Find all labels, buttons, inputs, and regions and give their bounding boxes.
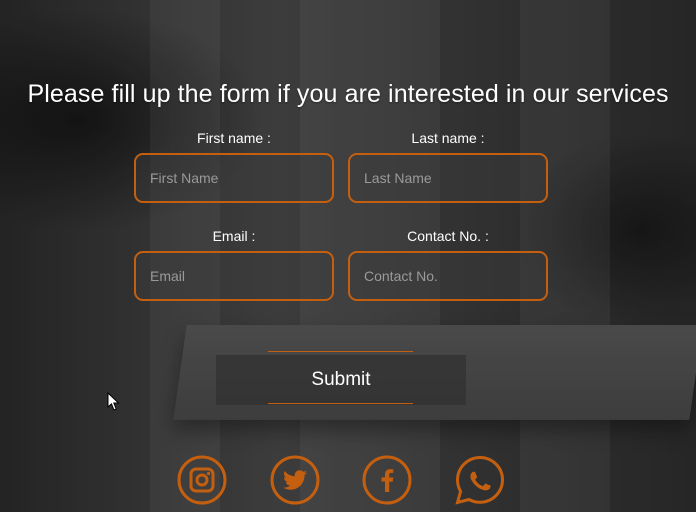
submit-button[interactable]: Submit — [216, 355, 466, 405]
first-name-input[interactable] — [134, 153, 334, 203]
twitter-icon — [270, 455, 320, 505]
email-input[interactable] — [134, 251, 334, 301]
whatsapp-icon — [455, 455, 505, 505]
first-name-label: First name : — [197, 130, 271, 146]
instagram-icon — [177, 455, 227, 505]
contact-input[interactable] — [348, 251, 548, 301]
last-name-input[interactable] — [348, 153, 548, 203]
contact-label: Contact No. : — [407, 228, 489, 244]
last-name-label: Last name : — [411, 130, 485, 146]
email-label: Email : — [212, 228, 256, 244]
mouse-cursor-icon — [107, 392, 120, 411]
page-title: Please fill up the form if you are inter… — [27, 80, 669, 108]
submit-top-border — [268, 351, 413, 352]
facebook-icon — [362, 455, 412, 505]
facebook-link[interactable] — [362, 455, 412, 505]
twitter-link[interactable] — [270, 455, 320, 505]
instagram-link[interactable] — [177, 455, 227, 505]
whatsapp-link[interactable] — [455, 455, 505, 505]
submit-bottom-border — [268, 403, 413, 404]
